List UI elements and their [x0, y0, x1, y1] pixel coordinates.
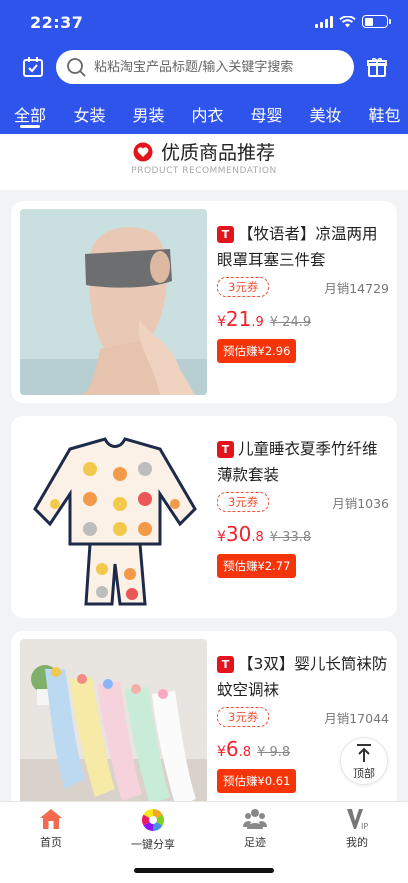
price-decimal: .8: [251, 530, 264, 545]
nav-mine[interactable]: IP 我的: [306, 808, 408, 850]
price-currency: ¥: [217, 744, 226, 760]
product-title: 【牧语者】凉温两用眼罩耳塞三件套: [217, 225, 378, 269]
product-title: 儿童睡衣夏季竹纤维薄款套装: [217, 440, 378, 484]
tmall-badge: T: [217, 226, 234, 243]
nav-home-label: 首页: [40, 836, 62, 849]
top-header: 22:37 粘粘淘宝产品标题/输入关键字搜索 全部 女装 男装 内衣 母婴 美妆…: [0, 0, 408, 134]
nav-mine-label: 我的: [346, 836, 368, 849]
product-card[interactable]: T 儿童睡衣夏季竹纤维薄款套装 3元券 月销1036 ¥ 30 .8 ¥ 33.8…: [11, 416, 397, 618]
vip-icon: IP: [347, 809, 368, 830]
svg-text:IP: IP: [361, 822, 368, 830]
monthly-sales: 月销1036: [332, 495, 389, 511]
price-row: ¥ 30 .8 ¥ 33.8: [217, 522, 389, 546]
gift-icon[interactable]: [366, 56, 388, 78]
tmall-badge: T: [217, 441, 234, 458]
tab-mens[interactable]: 男装: [119, 96, 178, 134]
product-image[interactable]: [20, 209, 207, 395]
price-integer: 21: [225, 307, 252, 331]
search-input[interactable]: [94, 59, 334, 75]
price-decimal: .8: [238, 745, 252, 760]
tab-all[interactable]: 全部: [0, 96, 60, 134]
bottom-nav: 首页 一键分享 足迹 IP 我的: [0, 801, 408, 883]
search-box[interactable]: [56, 50, 354, 84]
product-info: T 儿童睡衣夏季竹纤维薄款套装 3元券 月销1036 ¥ 30 .8 ¥ 33.8…: [217, 436, 389, 578]
estimated-earning: 预估赚¥0.61: [217, 769, 297, 793]
price-currency: ¥: [217, 529, 226, 545]
tab-mother-baby[interactable]: 母婴: [237, 96, 296, 134]
price-decimal: .9: [251, 315, 264, 330]
arrow-up-icon: [357, 744, 371, 762]
back-to-top-button[interactable]: 顶部: [340, 737, 388, 785]
nav-home[interactable]: 首页: [0, 808, 102, 850]
monthly-sales: 月销17044: [324, 710, 389, 726]
back-to-top-label: 顶部: [353, 767, 375, 780]
calendar-check-icon[interactable]: [22, 56, 44, 78]
price-integer: 6: [225, 737, 239, 761]
search-row: [0, 50, 408, 86]
coupon-badge[interactable]: 3元券: [217, 277, 270, 297]
estimated-earning: 预估赚¥2.77: [217, 554, 297, 578]
status-bar: 22:37: [0, 0, 408, 46]
product-image[interactable]: [20, 639, 207, 825]
status-time: 22:37: [30, 13, 84, 32]
section-subtitle: PRODUCT RECOMMENDATION: [131, 166, 277, 176]
coupon-badge[interactable]: 3元券: [217, 492, 270, 512]
monthly-sales: 月销14729: [324, 280, 389, 296]
home-icon: [40, 809, 62, 829]
section-title: 优质商品推荐: [160, 142, 275, 164]
nav-footprint-label: 足迹: [244, 836, 266, 849]
original-price: ¥ 33.8: [269, 530, 312, 545]
price-integer: 30: [225, 522, 252, 546]
tmall-badge: T: [217, 656, 234, 673]
product-image[interactable]: [20, 424, 207, 610]
nav-share[interactable]: 一键分享: [102, 808, 204, 852]
product-info: T 【牧语者】凉温两用眼罩耳塞三件套 3元券 月销14729 ¥ 21 .9 ¥ …: [217, 221, 389, 363]
recommendation-heading: 优质商品推荐 PRODUCT RECOMMENDATION: [0, 134, 408, 190]
battery-icon: [362, 15, 391, 28]
nav-footprint[interactable]: 足迹: [204, 808, 306, 850]
status-icons: [315, 15, 391, 28]
product-title: 【3双】婴儿长筒袜防蚊空调袜: [217, 655, 388, 699]
signal-icon: [315, 15, 333, 28]
product-card[interactable]: T 【牧语者】凉温两用眼罩耳塞三件套 3元券 月销14729 ¥ 21 .9 ¥ …: [11, 201, 397, 403]
search-icon: [67, 58, 86, 77]
footprint-icon: [243, 809, 267, 829]
wifi-icon: [339, 15, 356, 27]
nav-share-label: 一键分享: [131, 838, 175, 851]
tab-underwear[interactable]: 内衣: [178, 96, 237, 134]
coupon-badge[interactable]: 3元券: [217, 707, 270, 727]
tab-shoes-bags[interactable]: 鞋包: [355, 96, 408, 134]
price-row: ¥ 21 .9 ¥ 24.9: [217, 307, 389, 331]
tab-womens[interactable]: 女装: [60, 96, 119, 134]
home-indicator: [134, 868, 274, 873]
original-price: ¥ 9.8: [257, 745, 291, 760]
tab-beauty[interactable]: 美妆: [296, 96, 355, 134]
category-tabs: 全部 女装 男装 内衣 母婴 美妆 鞋包: [0, 96, 408, 134]
heart-icon: [133, 142, 153, 161]
original-price: ¥ 24.9: [269, 315, 312, 330]
estimated-earning: 预估赚¥2.96: [217, 339, 297, 363]
price-currency: ¥: [217, 314, 226, 330]
share-pinwheel-icon: [142, 809, 164, 831]
